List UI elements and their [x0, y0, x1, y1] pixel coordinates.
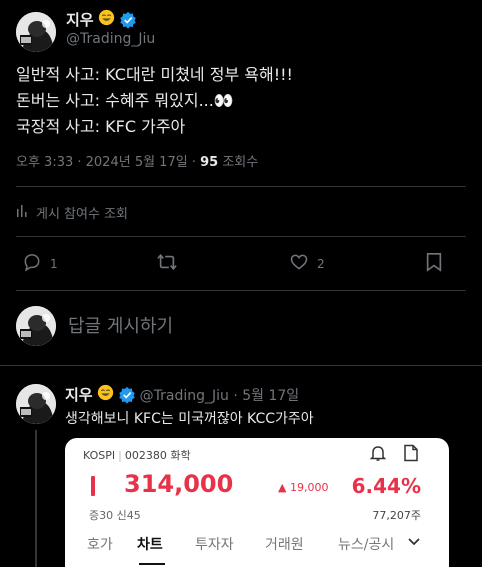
divider	[16, 236, 466, 237]
author-name[interactable]: 지우	[66, 9, 94, 30]
reply-button[interactable]: 1	[22, 252, 58, 275]
stock-change-pct: 6.44%	[351, 474, 421, 498]
divider	[16, 186, 466, 187]
tab-investor: 투자자	[195, 537, 234, 553]
document-icon	[403, 444, 419, 466]
stock-screenshot-image[interactable]: KOSPI | 002380 화학 314,000 ▲ 19,000 6.44% 증…	[65, 438, 449, 567]
reply-tweet-text: 생각해보니 KFC는 미국꺼잖아 KCC가주아	[65, 411, 314, 427]
stock-sector: 화학	[170, 449, 191, 462]
active-tab-underline	[139, 563, 165, 565]
analytics-label: 게시 참여수 조회	[36, 207, 128, 222]
views-count: 95	[200, 155, 219, 170]
reply-input[interactable]: 답글 게시하기	[68, 312, 173, 338]
author-handle[interactable]: @Trading_Jiu	[66, 31, 155, 47]
tweet-line: 국장적 사고: KFC 가주아	[16, 117, 186, 136]
verified-badge-icon	[119, 11, 137, 29]
tab-chart: 차트	[137, 537, 163, 553]
timestamp-text[interactable]: 오후 3:33 · 2024년 5월 17일 ·	[16, 155, 200, 170]
price-indicator	[91, 476, 95, 496]
stock-market: KOSPI	[83, 449, 116, 462]
analytics-link[interactable]: 게시 참여수 조회	[16, 203, 128, 222]
reply-avatar[interactable]	[16, 384, 56, 424]
reply-icon	[22, 252, 42, 275]
tab-hoga: 호가	[87, 537, 113, 553]
bookmark-icon	[425, 252, 443, 275]
composer-avatar[interactable]	[16, 306, 56, 346]
reply-handle-date[interactable]: @Trading_Jiu · 5월 17일	[140, 385, 300, 405]
verified-badge-icon	[118, 386, 136, 404]
like-count: 2	[317, 256, 325, 271]
author-row: 지우	[66, 9, 137, 30]
reply-author-name[interactable]: 지우	[65, 384, 93, 405]
retweet-icon	[156, 252, 178, 275]
analytics-icon	[16, 204, 30, 222]
avatar[interactable]	[16, 12, 56, 52]
tweet-text: 일반적 사고: KC대란 미쳤네 정부 욕해!!! 돈버는 사고: 수혜주 뭐있…	[16, 62, 293, 140]
like-button[interactable]: 2	[289, 252, 325, 275]
tab-broker: 거래원	[265, 537, 304, 553]
views-label: 조회수	[218, 155, 259, 170]
stock-price: 314,000	[124, 470, 234, 498]
like-icon	[289, 252, 309, 275]
chevron-down-icon	[407, 536, 421, 552]
thread-line	[35, 430, 37, 567]
divider	[0, 365, 482, 366]
stock-header: KOSPI | 002380 화학	[83, 449, 191, 462]
stock-volume: 77,207주	[372, 509, 421, 522]
bookmark-button[interactable]	[425, 252, 443, 275]
divider	[16, 290, 466, 291]
tweet-timestamp: 오후 3:33 · 2024년 5월 17일 · 95 조회수	[16, 151, 258, 170]
stock-margin-info: 증30 신45	[89, 509, 141, 522]
smile-emoji-icon	[98, 9, 115, 30]
retweet-button[interactable]	[156, 252, 178, 275]
reply-author-row: 지우 @Trading_Jiu · 5월 17일	[65, 384, 299, 405]
tweet-line: 일반적 사고: KC대란 미쳤네 정부 욕해!!!	[16, 65, 293, 84]
reply-count: 1	[50, 256, 58, 271]
tweet-actions: 1 2	[0, 250, 482, 278]
stock-code: 002380	[124, 449, 167, 462]
smile-emoji-icon	[97, 384, 114, 405]
tab-news: 뉴스/공시	[338, 537, 395, 553]
stock-change: ▲ 19,000	[278, 481, 329, 494]
bell-icon	[369, 444, 387, 466]
stock-card-icons	[369, 444, 419, 466]
tweet-line: 돈버는 사고: 수혜주 뭐있지...👀	[16, 91, 234, 110]
